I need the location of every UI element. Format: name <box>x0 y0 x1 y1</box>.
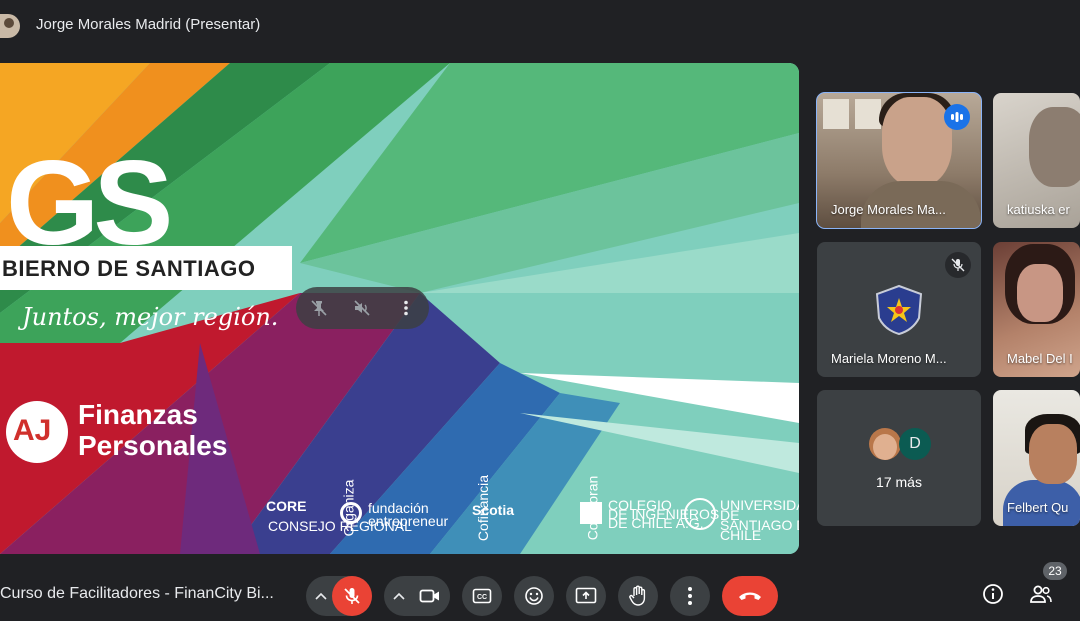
fundacion-logo-icon <box>340 502 362 524</box>
reactions-button[interactable] <box>514 576 554 616</box>
present-screen-icon <box>575 587 597 604</box>
tile-options-button[interactable] <box>395 297 417 319</box>
sponsor-usach: UNIVERSIDAD DE SANTIAGO DE CHILE <box>720 498 799 543</box>
participant-name: Felbert Qu <box>1007 500 1069 515</box>
wall-frame <box>855 99 881 129</box>
call-end-icon <box>739 592 761 600</box>
bottom-toolbar: Curso de Facilitadores - FinanCity Bi...… <box>0 566 1080 621</box>
wall-frame <box>823 99 849 129</box>
sponsor-fundacion: fundación entrepreneur <box>368 501 449 529</box>
stage-hover-controls <box>296 287 429 329</box>
videocam-icon <box>419 589 439 603</box>
slide-gov-band: BIERNO DE SANTIAGO <box>0 246 292 290</box>
more-options-button[interactable] <box>670 576 710 616</box>
video-options-button[interactable] <box>386 576 412 616</box>
mic-off-icon <box>951 258 965 272</box>
participant-count-badge: 23 <box>1043 562 1067 580</box>
participant-tile-4[interactable]: Mabel Del I <box>993 242 1080 377</box>
audio-options-button[interactable] <box>308 576 334 616</box>
aj-logo-text: AJ <box>13 414 52 447</box>
meeting-title: Curso de Facilitadores - FinanCity Bi... <box>0 585 274 602</box>
participant-name: Mariela Moreno M... <box>831 351 947 366</box>
participant-name: Jorge Morales Ma... <box>831 202 946 217</box>
usach-logo-icon <box>684 498 716 530</box>
participant-avatar <box>869 428 901 460</box>
sponsor-fundacion-line2: entrepreneur <box>368 513 449 529</box>
participant-figure <box>1029 107 1080 187</box>
participant-name: Mabel Del I <box>1007 351 1073 366</box>
mic-off-icon <box>344 588 360 604</box>
unpin-button[interactable] <box>308 297 330 319</box>
more-vert-icon <box>404 300 408 316</box>
sponsor-strip: CORE CONSEJO REGIONAL Organiza fundación… <box>260 475 799 543</box>
speaking-indicator <box>944 104 970 130</box>
info-icon <box>983 584 1003 604</box>
participant-name: katiuska er <box>1007 202 1070 217</box>
participant-face <box>1017 264 1063 322</box>
raise-hand-button[interactable] <box>618 576 658 616</box>
participant-avatar-letter: D <box>899 428 931 460</box>
meeting-details-button[interactable] <box>979 580 1007 608</box>
slide-title-line2: Personales <box>78 430 228 461</box>
participant-tile-3[interactable]: Mariela Moreno M... <box>817 242 981 377</box>
top-bar: Jorge Morales Madrid (Presentar) <box>0 0 1080 48</box>
sponsor-usach-line2: SANTIAGO DE CHILE <box>720 517 799 543</box>
muted-indicator <box>945 252 971 278</box>
more-participants-tile[interactable]: D 17 más <box>817 390 981 526</box>
svg-text:CC: CC <box>477 594 487 601</box>
more-participants-label: 17 más <box>876 474 922 490</box>
sponsor-scotia: Scotia <box>472 502 515 518</box>
slide-title-line1: Finanzas <box>78 399 198 430</box>
police-badge-avatar <box>875 284 923 336</box>
slide-logo-gs: GS <box>6 136 173 270</box>
captions-icon: CC <box>472 588 492 604</box>
captions-button[interactable]: CC <box>462 576 502 616</box>
participant-tile-1[interactable]: Jorge Morales Ma... <box>816 92 982 229</box>
colegio-logo-icon <box>580 502 602 524</box>
sponsor-core: CORE <box>266 498 307 514</box>
participant-face <box>882 97 952 187</box>
slide-title: Finanzas Personales <box>78 399 227 461</box>
presenter-avatar <box>0 14 20 38</box>
chevron-up-icon <box>393 592 405 600</box>
present-button[interactable] <box>566 576 606 616</box>
aj-logo: AJ <box>6 401 68 463</box>
microphone-button[interactable] <box>332 576 372 616</box>
chevron-up-icon <box>315 592 327 600</box>
participants-button[interactable] <box>1027 580 1055 608</box>
leave-call-button[interactable] <box>722 576 778 616</box>
slide-slogan: Juntos, mejor región. <box>22 303 279 331</box>
pin-off-icon <box>311 300 327 316</box>
raise-hand-icon <box>629 585 646 606</box>
mute-tile-button[interactable] <box>351 297 373 319</box>
presenter-label: Jorge Morales Madrid (Presentar) <box>36 16 261 33</box>
participant-tile-2[interactable]: katiuska er <box>993 93 1080 228</box>
emoji-icon <box>525 587 543 605</box>
participant-face <box>1029 424 1077 484</box>
participant-tile-5[interactable]: Felbert Qu <box>993 390 1080 526</box>
people-icon <box>1030 585 1052 603</box>
audio-level-icon <box>951 112 963 122</box>
volume-off-icon <box>354 300 370 316</box>
slide-gov-text: BIERNO DE SANTIAGO <box>2 256 256 281</box>
more-vert-icon <box>688 587 692 605</box>
camera-button[interactable] <box>410 576 450 616</box>
